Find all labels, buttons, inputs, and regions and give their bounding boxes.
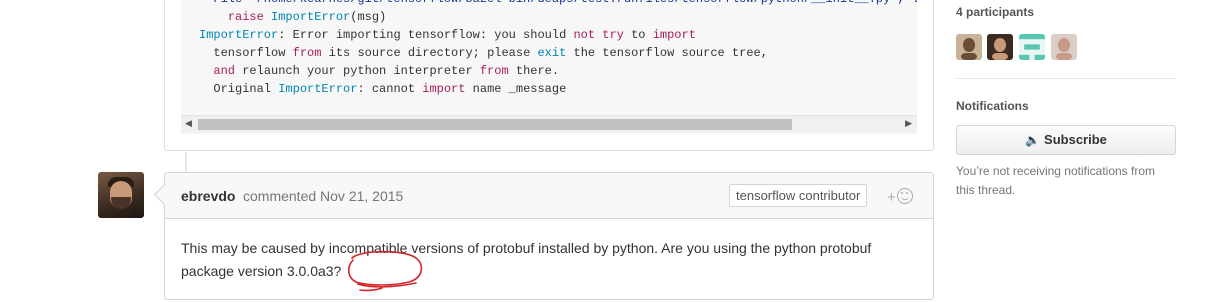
participant-avatar[interactable] <box>987 34 1013 60</box>
comment-author[interactable]: ebrevdo <box>181 188 235 204</box>
comment-box: ebrevdo commented Nov 21, 2015 tensorflo… <box>153 172 934 300</box>
participants-heading: 4 participants <box>956 5 1035 19</box>
code-line: Original ImportError: cannot import name… <box>199 82 567 96</box>
smiley-icon <box>896 188 913 204</box>
code-line: ImportError: Error importing tensorflow:… <box>199 28 696 42</box>
code-comment-box: File "/home/kearnes/git/tensorflow/bazel… <box>164 0 934 151</box>
notifications-heading: Notifications <box>956 99 1029 113</box>
divider <box>956 78 1176 79</box>
add-reaction-button[interactable]: + <box>887 186 913 206</box>
code-line: File "/home/kearnes/git/tensorflow/bazel… <box>199 0 917 8</box>
participant-identicon[interactable] <box>1019 34 1045 60</box>
scroll-left-icon[interactable]: ◀ <box>185 118 192 129</box>
scrollbar-thumb[interactable] <box>198 119 792 130</box>
subscribe-button[interactable]: 🔈 Subscribe <box>956 125 1176 155</box>
code-block: File "/home/kearnes/git/tensorflow/bazel… <box>181 0 917 134</box>
timeline-connector <box>185 152 187 172</box>
code-text: File "/home/kearnes/git/tensorflow/bazel… <box>181 0 917 98</box>
code-line: tensorflow from its source directory; pl… <box>199 46 768 60</box>
contributor-badge: tensorflow contributor <box>729 184 868 207</box>
scroll-right-icon[interactable]: ▶ <box>905 118 912 129</box>
comment-body: This may be caused by incompatible versi… <box>181 240 872 279</box>
speaker-icon: 🔈 <box>1025 133 1041 147</box>
avatar[interactable] <box>98 172 144 218</box>
participant-avatar[interactable] <box>956 34 982 60</box>
subscribe-label: Subscribe <box>1044 132 1107 147</box>
code-line: and relaunch your python interpreter fro… <box>213 64 560 78</box>
plus-icon: + <box>887 189 896 206</box>
notification-status-text: You’re not receiving notifications from … <box>956 164 1155 197</box>
participant-avatar[interactable] <box>1051 34 1077 60</box>
horizontal-scrollbar[interactable]: ◀ ▶ <box>181 115 917 133</box>
code-line: raise ImportError(msg) <box>227 10 387 24</box>
discussion-sidebar: 4 participants Notifications 🔈 Subscribe … <box>956 0 1176 302</box>
comment-header: ebrevdo commented Nov 21, 2015 tensorflo… <box>153 173 933 219</box>
comment-timestamp[interactable]: commented Nov 21, 2015 <box>243 188 403 204</box>
